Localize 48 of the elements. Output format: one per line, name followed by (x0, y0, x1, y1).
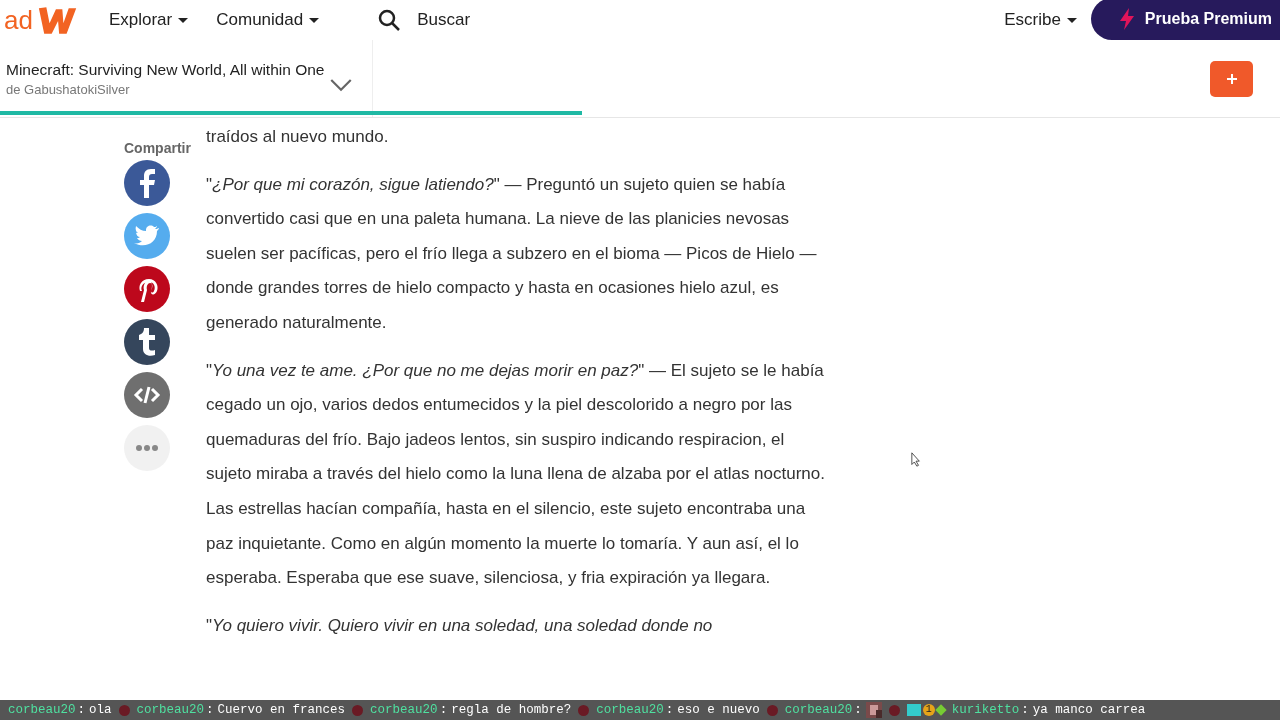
chat-username: kuriketto (951, 703, 1020, 717)
caret-icon (178, 17, 189, 23)
more-share-button[interactable] (124, 425, 170, 471)
facebook-share-button[interactable] (124, 160, 170, 206)
chat-message: eso e nuevo (677, 703, 760, 717)
chevron-down-icon[interactable] (330, 79, 353, 92)
chat-username: corbeau20 (8, 703, 76, 717)
chat-message: ya manco carrea (1032, 703, 1146, 717)
story-title: Minecraft: Surviving New World, All within One (6, 60, 325, 79)
user-avatar-icon (352, 704, 364, 716)
chat-separator: : (1021, 703, 1029, 717)
user-avatar-icon (578, 704, 590, 716)
chat-separator: : (439, 703, 448, 717)
chat-message: ola (89, 703, 112, 717)
mouse-cursor-icon (911, 452, 921, 467)
story-paragraph: "¿Por que mi corazón, sigue latiendo?" — Preguntó un sujeto quien se había convertido casi que en una paleta humana. La nieve de las planicies nevosas suelen ser pacíficas, pero el frío llega a subzero en el bioma — Picos de Hielo — donde grandes torres de hielo compacto y hasta en ocasiones hielo azul, es generado naturalmente. (206, 173, 818, 334)
user-avatar-icon (118, 704, 130, 716)
chat-separator: : (77, 703, 86, 717)
chat-separator: : (206, 703, 214, 717)
story-paragraph: "Yo quiero vivir. Quiero vivir en una soledad, una soledad donde no (206, 614, 714, 637)
nav-menu[interactable]: Comunidad (202, 10, 334, 30)
story-paragraph: traídos al nuevo mundo. (206, 126, 390, 148)
pinterest-share-button[interactable] (124, 266, 170, 312)
chat-username: corbeau20 (784, 703, 853, 717)
embed-share-button[interactable] (124, 372, 170, 418)
add-button[interactable] (1210, 60, 1253, 97)
plus-icon (1225, 72, 1238, 85)
premium-button[interactable]: Prueba Premium (1090, 0, 1280, 40)
caret-icon (1066, 17, 1077, 23)
chat-username: corbeau20 (136, 703, 205, 717)
write-menu[interactable]: Escribe (990, 10, 1091, 30)
caret-icon (309, 17, 320, 23)
tumblr-share-button[interactable] (124, 319, 170, 365)
story-author[interactable]: de GabushatokiSilver (6, 81, 325, 97)
nav-menu[interactable]: Explorar (94, 10, 203, 30)
share-label: Compartir (124, 140, 191, 156)
story-paragraph: "Yo una vez te ame. ¿Por que no me dejas morir en paz?" — El sujeto se le había cegado un ojo, varios dedos entumecidos y la piel descolorido a negro por las quemaduras del frío. Bajo jadeos lentos, sin suspiro indicando respiracion, el sujeto miraba a través del hielo como la luna llena de alzaba por el atlas nocturno. Las estrellas hacían compañía, hasta en el silencio, este sujeto encontraba una paz inquietante. Como en algún momento la muerte lo tomaría. Y aun así, el lo esperaba. Esperaba que ese suave, silenciosa, y fria expiración ya llegara. (206, 359, 826, 590)
user-avatar-icon (888, 704, 900, 716)
chat-username: corbeau20 (596, 703, 664, 717)
chat-username: corbeau20 (370, 703, 438, 717)
chat-separator: : (665, 703, 674, 717)
emote-icon (865, 702, 882, 718)
user-avatar-icon (766, 704, 778, 716)
search-icon[interactable] (377, 8, 402, 32)
chat-message: regla de hombre? (451, 703, 572, 717)
more-icon (136, 445, 158, 451)
chat-separator: : (854, 703, 862, 717)
chat-message: Cuervo en frances (217, 703, 346, 717)
